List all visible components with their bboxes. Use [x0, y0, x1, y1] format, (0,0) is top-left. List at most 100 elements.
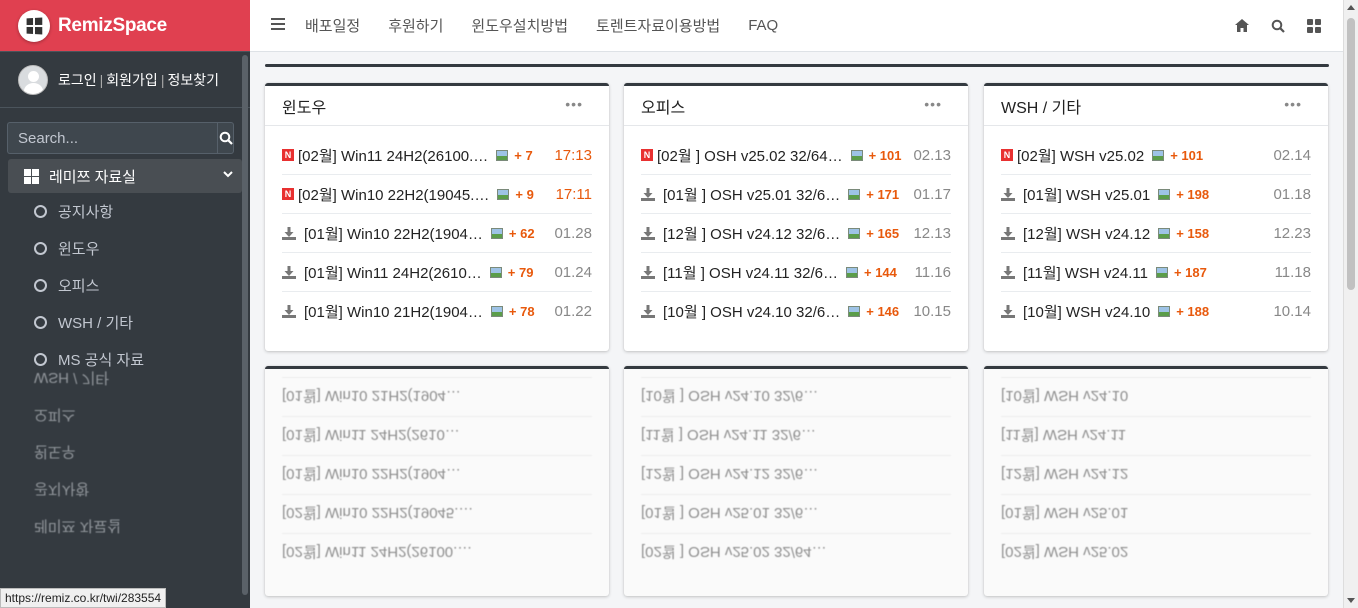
nav-torrent-guide[interactable]: 토렌트자료이용방법	[596, 15, 720, 36]
reflection-row: [01월] WSH v25.01	[1001, 494, 1311, 533]
more-icon[interactable]: •••	[565, 96, 583, 112]
list-item[interactable]: [01월] Win10 21H2(1904… + 78 01.22	[282, 292, 592, 331]
post-title[interactable]: [01월] Win11 24H2(2610…	[304, 262, 482, 283]
comment-count: + 165	[866, 225, 900, 241]
post-title[interactable]: [10월] WSH v24.10	[1023, 301, 1150, 322]
list-item[interactable]: [10월 ] OSH v24.10 32/6… + 146 10.15	[641, 292, 951, 331]
post-title[interactable]: [01월] Win10 21H2(1904…	[304, 301, 483, 322]
search-input[interactable]	[7, 122, 217, 154]
sidebar: RemizSpace 로그인|회원가입|정보찾기 레미쯔 자료실 공지사항 윈도…	[0, 0, 250, 608]
download-icon	[1001, 305, 1019, 318]
scrollbar-thumb[interactable]	[1347, 18, 1355, 290]
nav-faq[interactable]: FAQ	[748, 17, 778, 34]
image-icon	[848, 227, 861, 239]
card-header: WSH / 기타 •••	[984, 86, 1328, 126]
list-item[interactable]: N [02월] Win10 22H2(19045.… + 9 17:11	[282, 175, 592, 214]
more-icon[interactable]: •••	[924, 96, 942, 112]
reflection-row: 윈도우	[34, 443, 76, 460]
card-title[interactable]: 윈도우	[282, 94, 326, 118]
scroll-down-arrow-icon[interactable]	[1347, 598, 1355, 603]
comment-count: + 7	[514, 147, 533, 163]
post-title[interactable]: [12월] WSH v24.12	[1023, 223, 1150, 244]
sidebar-item-windows[interactable]: 윈도우	[0, 230, 250, 267]
sidebar-item-label: 공지사항	[58, 204, 114, 221]
nav-release-schedule[interactable]: 배포일정	[305, 15, 360, 36]
list-item[interactable]: [01월] WSH v25.01 + 198 01.18	[1001, 175, 1311, 214]
post-title[interactable]: [11월] WSH v24.11	[1023, 262, 1148, 283]
sidebar-item-office[interactable]: 오피스	[0, 267, 250, 304]
list-item[interactable]: [11월 ] OSH v24.11 32/6… + 144 11.16	[641, 253, 951, 292]
post-title[interactable]: [01월 ] OSH v25.01 32/6…	[663, 184, 840, 205]
list-item[interactable]: [10월] WSH v24.10 + 188 10.14	[1001, 292, 1311, 331]
list-item[interactable]: [12월 ] OSH v24.12 32/6… + 165 12.13	[641, 214, 951, 253]
list-item[interactable]: N [02월] WSH v25.02 + 101 02.14	[1001, 136, 1311, 175]
brand-link[interactable]: RemizSpace	[0, 0, 250, 52]
circle-icon	[34, 242, 47, 255]
sidebar-item-notice[interactable]: 공지사항	[0, 193, 250, 230]
sidebar-scrollbar[interactable]	[242, 55, 248, 595]
reflection-row: [10월 ] OSH v24.10 32/6…	[641, 377, 951, 416]
list-item[interactable]: N [02월] Win11 24H2(26100.… + 7 17:13	[282, 136, 592, 175]
download-icon	[282, 305, 300, 318]
page-scrollbar[interactable]	[1343, 0, 1358, 608]
post-date: 02.13	[913, 146, 951, 164]
brand-name: RemizSpace	[58, 14, 167, 36]
download-icon	[641, 305, 659, 318]
download-icon	[1001, 265, 1019, 279]
comment-count: + 78	[508, 304, 535, 319]
post-title[interactable]: [02월] Win11 24H2(26100.…	[298, 145, 488, 166]
new-badge-icon: N	[282, 188, 294, 200]
nav-windows-install[interactable]: 윈도우설치방법	[471, 15, 568, 36]
image-icon	[489, 266, 502, 278]
list-item[interactable]: [12월] WSH v24.12 + 158 12.23	[1001, 214, 1311, 253]
card-body: N [02월 ] OSH v25.02 32/64… + 101 02.13 [01월 …	[624, 126, 968, 331]
reflection-card: [02월 ] OSH v25.02 32/64… [01월 ] OSH v25.0…	[624, 366, 968, 596]
find-info-link[interactable]: 정보찾기	[167, 72, 219, 88]
lower-cards-reflection: [02월] Win11 24H2(26100.… [02월] Win10 22H2…	[265, 366, 1340, 596]
sidebar-item-label: 레미쯔 자료실	[49, 168, 136, 186]
post-title[interactable]: [02월 ] OSH v25.02 32/64…	[657, 145, 843, 166]
scroll-up-arrow-icon[interactable]	[1347, 5, 1355, 10]
post-date: 01.17	[913, 185, 951, 203]
login-link[interactable]: 로그인	[58, 72, 97, 88]
sidebar-nav: 레미쯔 자료실 공지사항 윈도우 오피스 WSH / 기타 MS 공식 자료	[0, 159, 250, 378]
image-icon	[1152, 149, 1165, 161]
image-icon	[497, 188, 510, 200]
post-title[interactable]: [02월] WSH v25.02	[1017, 145, 1144, 166]
reflection-row: [02월] Win10 22H2(19045.…	[282, 494, 592, 533]
download-icon	[641, 226, 659, 240]
post-date: 11.18	[1274, 263, 1311, 281]
search-button[interactable]	[217, 122, 234, 154]
sidebar-item-remiz-archive[interactable]: 레미쯔 자료실	[8, 159, 242, 193]
post-date: 12.23	[1273, 224, 1311, 242]
post-title[interactable]: [01월] WSH v25.01	[1023, 184, 1150, 205]
comment-count: + 187	[1173, 264, 1207, 280]
signup-link[interactable]: 회원가입	[106, 72, 158, 88]
nav-donate[interactable]: 후원하기	[388, 15, 443, 36]
search-icon[interactable]	[1271, 19, 1285, 33]
list-item[interactable]: N [02월 ] OSH v25.02 32/64… + 101 02.13	[641, 136, 951, 175]
list-item[interactable]: [01월] Win11 24H2(2610… + 79 01.24	[282, 253, 592, 292]
home-icon[interactable]	[1235, 19, 1249, 32]
reflection-row: [10월] WSH v24.10	[1001, 377, 1311, 416]
list-item[interactable]: [11월] WSH v24.11 + 187 11.18	[1001, 253, 1311, 292]
sidebar-item-wsh[interactable]: WSH / 기타	[0, 304, 250, 341]
status-url: https://remiz.co.kr/twi/283554	[0, 588, 167, 608]
sidebar-reflection: WSH / 기타 오피스 윈도우 공지사항 레미쯔 자료실	[0, 360, 250, 590]
comment-count: + 62	[508, 225, 535, 241]
list-item[interactable]: [01월 ] OSH v25.01 32/6… + 171 01.17	[641, 175, 951, 214]
hamburger-menu-icon[interactable]	[271, 17, 285, 35]
post-title[interactable]: [01월] Win10 22H2(1904…	[304, 223, 483, 244]
reflection-row: [01월] Win11 24H2(2610…	[282, 416, 592, 455]
post-title[interactable]: [11월 ] OSH v24.11 32/6…	[663, 262, 838, 283]
reflection-row: 오피스	[34, 406, 76, 423]
card-title[interactable]: WSH / 기타	[1001, 94, 1081, 118]
list-item[interactable]: [01월] Win10 22H2(1904… + 62 01.28	[282, 214, 592, 253]
post-title[interactable]: [12월 ] OSH v24.12 32/6…	[663, 223, 840, 244]
card-title[interactable]: 오피스	[641, 94, 685, 118]
more-icon[interactable]: •••	[1284, 96, 1302, 112]
post-title[interactable]: [02월] Win10 22H2(19045.…	[298, 184, 489, 205]
post-title[interactable]: [10월 ] OSH v24.10 32/6…	[663, 301, 840, 322]
grid-icon[interactable]	[1307, 18, 1321, 33]
reflection-row: WSH / 기타	[34, 369, 110, 386]
